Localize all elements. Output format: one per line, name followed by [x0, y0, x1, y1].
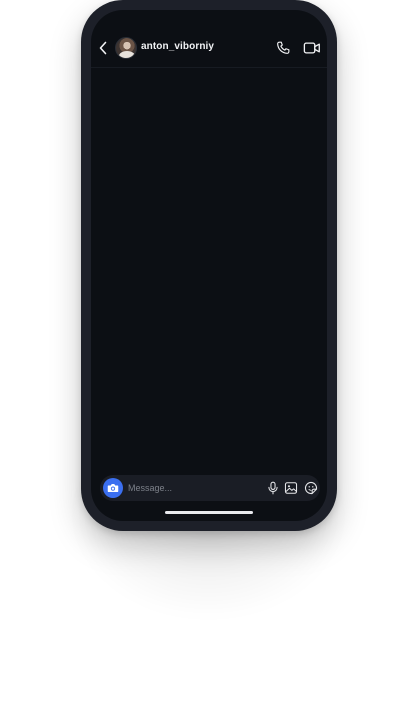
chat-header: anton_viborniy	[91, 31, 327, 65]
avatar[interactable]	[115, 37, 137, 59]
chat-screen: anton_viborniy	[91, 10, 327, 521]
image-icon	[284, 482, 298, 494]
sticker-button[interactable]	[304, 481, 318, 495]
voice-call-button[interactable]	[275, 40, 291, 56]
home-indicator[interactable]	[165, 511, 253, 514]
video-camera-icon	[303, 42, 320, 54]
camera-button[interactable]	[103, 478, 123, 498]
phone-icon	[277, 41, 290, 54]
voice-message-button[interactable]	[266, 481, 280, 495]
message-list[interactable]	[91, 68, 327, 473]
message-composer	[100, 475, 320, 501]
microphone-icon	[268, 481, 278, 495]
back-button[interactable]	[95, 39, 111, 57]
video-call-button[interactable]	[303, 40, 321, 56]
message-input[interactable]	[128, 479, 254, 497]
sticker-icon	[304, 481, 318, 495]
stage: anton_viborniy	[0, 0, 417, 711]
gallery-button[interactable]	[284, 481, 298, 495]
chevron-left-icon	[99, 41, 107, 55]
chat-username[interactable]: anton_viborniy	[141, 41, 214, 52]
phone-frame: anton_viborniy	[81, 0, 337, 531]
camera-icon	[107, 484, 119, 492]
